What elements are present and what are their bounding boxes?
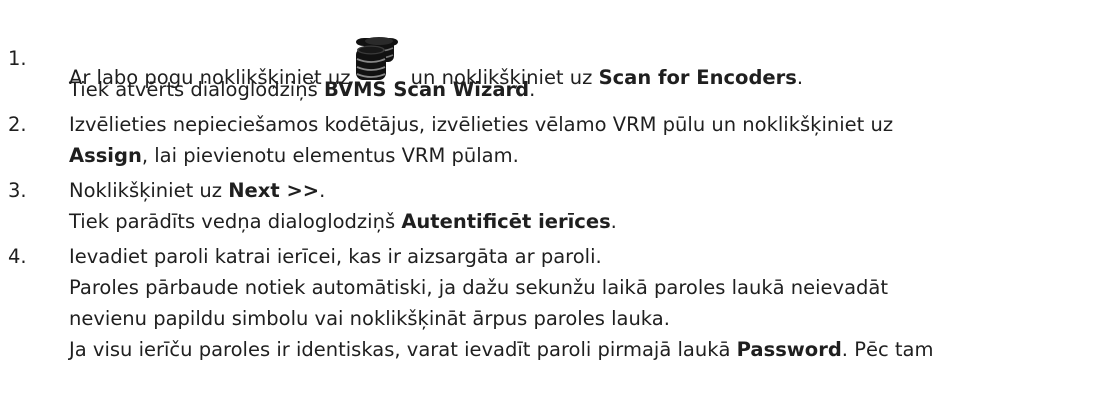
step-number: 3. xyxy=(8,179,27,202)
step-number: 4. xyxy=(8,245,27,268)
step-4-line-1: Ievadiet paroli katrai ierīcei, kas ir a… xyxy=(69,245,602,268)
step-3-line-2: Tiek parādīts vedņa dialoglodziņš Autent… xyxy=(69,210,617,233)
step-4-line-3: nevienu papildu simbolu vai noklikšķināt… xyxy=(69,307,670,330)
step-number: 2. xyxy=(8,113,27,136)
step-1-line-2: Tiek atvērts dialoglodziņš BVMS Scan Wiz… xyxy=(69,78,536,101)
step-2-line-1: Izvēlieties nepieciešamos kodētājus, izv… xyxy=(69,113,894,136)
step-2-line-2: Assign, lai pievienotu elementus VRM pūl… xyxy=(69,144,519,167)
step-4-line-2: Paroles pārbaude notiek automātiski, ja … xyxy=(69,276,889,299)
step-4-line-4: Ja visu ierīču paroles ir identiskas, va… xyxy=(69,338,934,361)
step-number: 1. xyxy=(8,47,27,70)
step-3-line-1: Noklikšķiniet uz Next >>. xyxy=(69,179,326,202)
